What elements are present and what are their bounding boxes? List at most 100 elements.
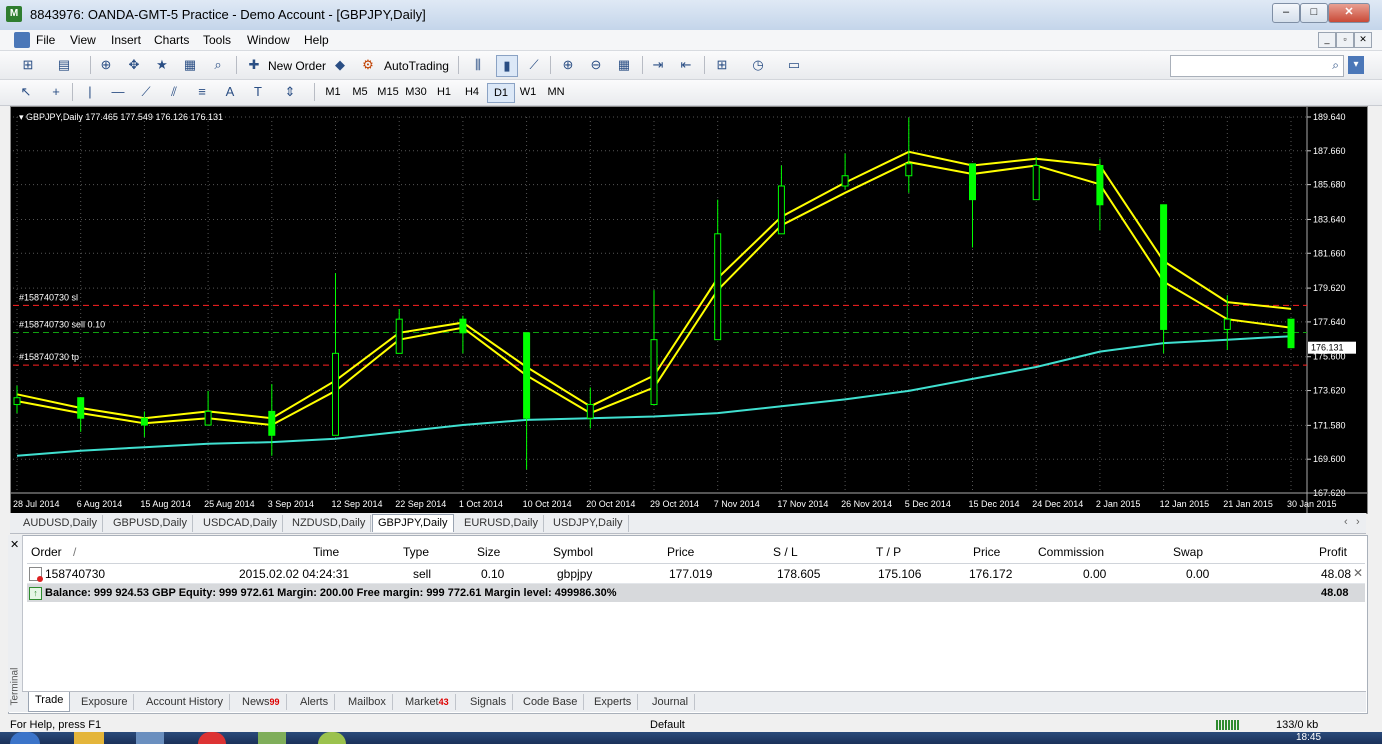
chart-tab-gbpjpy[interactable]: GBPJPY,Daily (372, 514, 454, 532)
tile-windows-icon[interactable]: ▦ (614, 55, 634, 75)
menu-view[interactable]: View (70, 33, 96, 47)
timeframe-m15[interactable]: M15 (375, 83, 401, 101)
tab-market[interactable]: Market43 (399, 694, 456, 710)
market-watch-icon[interactable]: ⊕ (96, 55, 116, 75)
col-price[interactable]: Price (667, 545, 694, 559)
arrows-icon[interactable]: ⇕ (280, 82, 300, 102)
close-order-icon[interactable]: ✕ (1353, 566, 1363, 580)
col-sl[interactable]: S / L (773, 545, 798, 559)
menu-charts[interactable]: Charts (154, 33, 189, 47)
tab-account-history[interactable]: Account History (140, 694, 231, 710)
price-chart[interactable]: 189.640 187.660 185.680 183.640 181.660 179.6… (10, 106, 1368, 514)
col-symbol[interactable]: Symbol (553, 545, 593, 559)
text-icon[interactable]: A (220, 82, 240, 102)
tab-news[interactable]: News99 (236, 694, 287, 710)
col-tp[interactable]: T / P (876, 545, 901, 559)
chart-shift-icon[interactable]: ⇤ (676, 55, 696, 75)
col-type[interactable]: Type (403, 545, 429, 559)
metatrader-icon[interactable] (318, 732, 346, 744)
order-tp[interactable]: 175.106 (878, 567, 921, 581)
line-chart-icon[interactable]: ⟋ (524, 55, 544, 75)
order-sl[interactable]: 178.605 (777, 567, 820, 581)
document-icon[interactable] (14, 32, 30, 48)
menu-help[interactable]: Help (304, 33, 329, 47)
timeframe-m1[interactable]: M1 (320, 83, 346, 101)
tab-exposure[interactable]: Exposure (75, 694, 135, 710)
minimize-button[interactable]: – (1272, 3, 1300, 23)
folder-icon[interactable] (258, 732, 286, 744)
tab-alerts[interactable]: Alerts (294, 694, 336, 710)
chart-tab-usdjpy[interactable]: USDJPY,Daily (548, 515, 629, 532)
new-chart-icon[interactable]: ⊞ (18, 55, 38, 75)
menu-file[interactable]: File (36, 33, 55, 47)
timeframe-w1[interactable]: W1 (515, 83, 541, 101)
chart-tab-eurusd[interactable]: EURUSD,Daily (459, 515, 544, 532)
col-order[interactable]: Order (31, 545, 62, 559)
col-time[interactable]: Time (313, 545, 339, 559)
col-swap[interactable]: Swap (1173, 545, 1203, 559)
equidistant-channel-icon[interactable]: ⫽ (164, 82, 184, 102)
periods-icon[interactable]: ◷ (748, 55, 768, 75)
profiles-icon[interactable]: ▤ (54, 55, 74, 75)
mdi-minimize-icon[interactable]: _ (1318, 32, 1336, 48)
templates-icon[interactable]: ▭ (784, 55, 804, 75)
text-label-icon[interactable]: T (248, 82, 268, 102)
autotrading-button[interactable]: AutoTrading (384, 59, 449, 73)
tab-mailbox[interactable]: Mailbox (342, 694, 393, 710)
metaeditor-icon[interactable]: ◆ (330, 55, 350, 75)
chrome-icon[interactable] (198, 732, 226, 744)
favorites-icon[interactable]: ★ (152, 55, 172, 75)
col-size[interactable]: Size (477, 545, 500, 559)
tab-scroll-left-icon[interactable]: ‹ (1344, 516, 1348, 528)
crosshair-icon[interactable]: + (46, 82, 66, 102)
mdi-restore-icon[interactable]: ▫ (1336, 32, 1354, 48)
chart-tab-gbpusd[interactable]: GBPUSD,Daily (108, 515, 193, 532)
terminal-icon[interactable]: ▦ (180, 55, 200, 75)
timeframe-m30[interactable]: M30 (403, 83, 429, 101)
search-icon[interactable]: ⌕ (1332, 58, 1339, 73)
cursor-icon[interactable]: ↖ (16, 82, 36, 102)
chart-canvas[interactable]: 189.640 187.660 185.680 183.640 181.660 179.6… (11, 107, 1367, 513)
zoom-out-icon[interactable]: ⊖ (586, 55, 606, 75)
autotrading-icon[interactable]: ⚙ (358, 55, 378, 75)
col-profit[interactable]: Profit (1319, 545, 1347, 559)
timeframe-mn[interactable]: MN (543, 83, 569, 101)
close-button[interactable]: ✕ (1328, 3, 1370, 23)
horizontal-line-icon[interactable]: — (108, 82, 128, 102)
menu-tools[interactable]: Tools (203, 33, 231, 47)
tab-signals[interactable]: Signals (464, 694, 514, 710)
vertical-line-icon[interactable]: | (80, 82, 100, 102)
table-row[interactable]: 158740730 2015.02.02 04:24:31 sell 0.10 … (27, 564, 1365, 584)
trendline-icon[interactable]: ⟋ (136, 82, 156, 102)
strategy-tester-icon[interactable]: ⌕ (208, 55, 228, 75)
zoom-in-icon[interactable]: ⊕ (558, 55, 578, 75)
chart-tab-usdcad[interactable]: USDCAD,Daily (198, 515, 283, 532)
auto-scroll-icon[interactable]: ⇥ (648, 55, 668, 75)
fibonacci-icon[interactable]: ≡ (192, 82, 212, 102)
chart-tab-nzdusd[interactable]: NZDUSD,Daily (287, 515, 372, 532)
explorer-icon[interactable] (74, 732, 104, 744)
restore-button[interactable]: □ (1300, 3, 1328, 23)
tab-code-base[interactable]: Code Base (517, 694, 585, 710)
col-current-price[interactable]: Price (973, 545, 1000, 559)
terminal-close-icon[interactable]: ✕ (10, 538, 19, 551)
chart-tab-audusd[interactable]: AUDUSD,Daily (18, 515, 103, 532)
tab-experts[interactable]: Experts (588, 694, 639, 710)
tab-trade[interactable]: Trade (28, 692, 71, 712)
bar-chart-icon[interactable]: ⫼ (468, 55, 488, 75)
timeframe-m5[interactable]: M5 (347, 83, 373, 101)
timeframe-h4[interactable]: H4 (459, 83, 485, 101)
col-commission[interactable]: Commission (1038, 545, 1104, 559)
timeframe-h1[interactable]: H1 (431, 83, 457, 101)
new-order-icon[interactable]: ✚ (244, 55, 264, 75)
app-icon[interactable] (136, 732, 164, 744)
menu-insert[interactable]: Insert (111, 33, 141, 47)
new-order-button[interactable]: New Order (268, 59, 326, 73)
search-input[interactable]: ⌕ (1170, 55, 1344, 77)
timeframe-d1[interactable]: D1 (487, 83, 515, 103)
menu-window[interactable]: Window (247, 33, 290, 47)
start-button[interactable] (10, 732, 40, 744)
navigator-icon[interactable]: ✥ (124, 55, 144, 75)
candlestick-icon[interactable]: ▮ (496, 55, 518, 77)
mdi-close-icon[interactable]: ✕ (1354, 32, 1372, 48)
